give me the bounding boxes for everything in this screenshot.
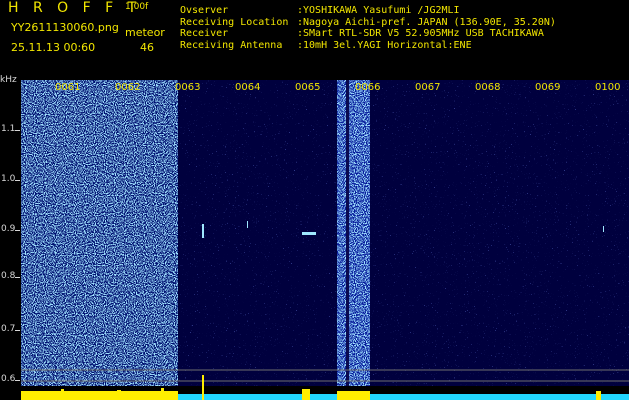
info-value: :YOSHIKAWA Yasufumi /JG2MLI	[297, 5, 460, 16]
header-panel: H R O F F T 1.00f YY2611130060.png meteo…	[0, 0, 629, 80]
frequency-unit-label: kHz	[0, 75, 17, 85]
level-bar-yellow-band	[337, 391, 370, 400]
y-tick	[15, 380, 20, 381]
info-row-antenna: Receiving Antenna :10mH 3el.YAGI Horizon…	[180, 40, 556, 52]
file-name: YY2611130060.png	[11, 21, 119, 34]
y-label-0-7: 0.7	[1, 324, 16, 334]
interference-gap	[346, 80, 349, 386]
level-spike	[117, 390, 121, 400]
level-bar-yellow-left	[21, 391, 178, 400]
time-label-0066: 0066	[355, 82, 381, 93]
meteor-echo	[603, 226, 604, 232]
meteor-echo	[302, 232, 316, 235]
time-label-0062: 0062	[115, 82, 141, 93]
time-label-0065: 0065	[295, 82, 321, 93]
meteor-echo	[202, 224, 204, 238]
info-key: Receiver	[180, 28, 229, 39]
spectrogram[interactable]	[21, 80, 629, 400]
app-title: H R O F F T	[8, 0, 142, 16]
y-label-0-9: 0.9	[1, 224, 16, 234]
high-noise-texture	[21, 80, 178, 386]
level-spike	[202, 375, 204, 400]
y-tick	[15, 180, 20, 181]
spectrogram-canvas	[21, 80, 629, 400]
y-label-0-8: 0.8	[1, 271, 16, 281]
meteor-echo	[247, 221, 248, 228]
level-spike	[161, 388, 164, 400]
info-row-observer: Ovserver :YOSHIKAWA Yasufumi /JG2MLI	[180, 5, 556, 17]
y-tick	[15, 230, 20, 231]
y-tick	[15, 277, 20, 278]
time-label-0064: 0064	[235, 82, 261, 93]
meteor-label: meteor	[125, 26, 165, 39]
station-info: Ovserver :YOSHIKAWA Yasufumi /JG2MLI Rec…	[180, 5, 556, 51]
y-label-0-6: 0.6	[1, 374, 16, 384]
meteor-count: 46	[140, 41, 154, 54]
info-value: :Nagoya Aichi-pref. JAPAN (136.90E, 35.2…	[297, 16, 556, 28]
time-label-0068: 0068	[475, 82, 501, 93]
app-version: 1.00f	[125, 2, 149, 12]
info-value: :SMart RTL-SDR V5 52.905MHz USB TACHIKAW…	[297, 28, 544, 39]
time-label-0069: 0069	[535, 82, 561, 93]
info-key: Ovserver	[180, 5, 229, 16]
time-label-0061: 0061	[55, 82, 81, 93]
time-label-0063: 0063	[175, 82, 201, 93]
level-spike	[61, 389, 64, 400]
y-tick	[15, 330, 20, 331]
level-spike	[596, 391, 601, 400]
info-value: :10mH 3el.YAGI Horizontal:ENE	[297, 39, 472, 51]
y-tick	[15, 130, 20, 131]
low-noise-texture	[178, 80, 629, 386]
info-row-location: Receiving Location :Nagoya Aichi-pref. J…	[180, 17, 556, 29]
info-key: Receiving Antenna	[180, 39, 283, 51]
time-label-0100: 0100	[595, 82, 621, 93]
level-spike	[302, 389, 310, 400]
time-label-0067: 0067	[415, 82, 441, 93]
capture-datetime: 25.11.13 00:60	[11, 41, 96, 54]
y-label-1-0: 1.0	[1, 174, 16, 184]
info-key: Receiving Location	[180, 16, 289, 28]
frequency-axis: 1.1 1.0 0.9 0.8 0.7 0.6	[0, 80, 21, 400]
interference-band-texture	[337, 80, 370, 386]
info-row-receiver: Receiver :SMart RTL-SDR V5 52.905MHz USB…	[180, 28, 556, 40]
y-label-1-1: 1.1	[1, 124, 16, 134]
